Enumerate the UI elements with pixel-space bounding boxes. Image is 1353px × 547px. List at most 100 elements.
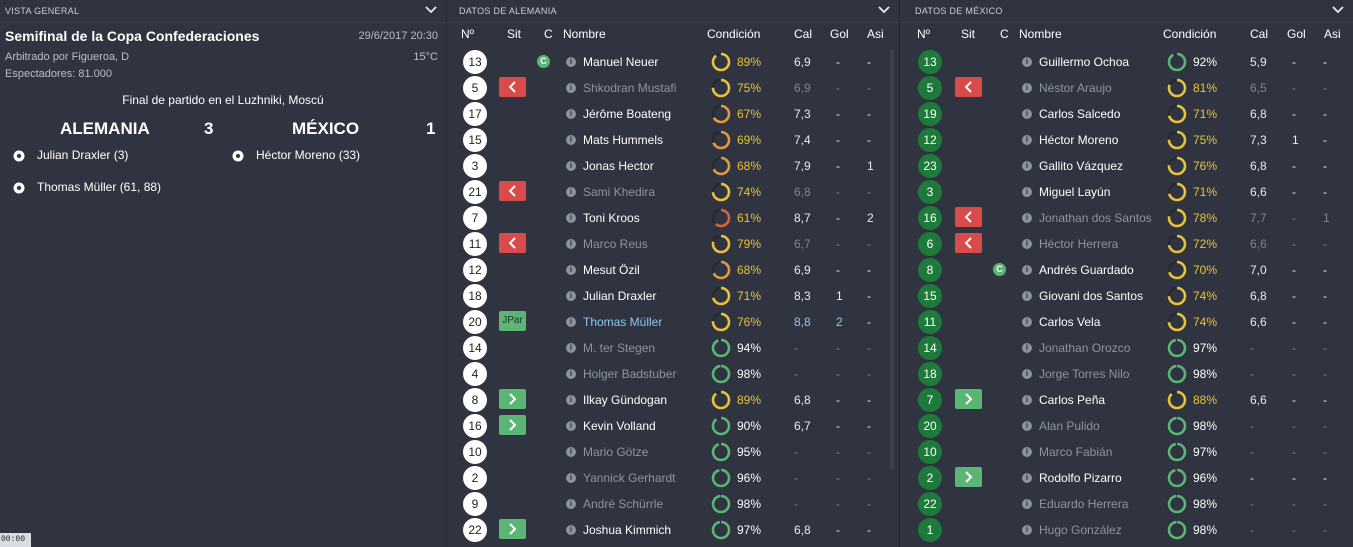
player-name[interactable]: Néstor Araujo [1039,81,1112,95]
player-name[interactable]: Mesut Özil [583,263,640,277]
player-name[interactable]: Héctor Herrera [1039,237,1118,251]
info-icon[interactable]: i [1022,473,1032,483]
info-icon[interactable]: i [566,161,576,171]
table-row[interactable]: 8 Ci Andrés Guardado 70% 7,0 - - [903,257,1353,283]
player-name[interactable]: Carlos Salcedo [1039,107,1120,121]
player-name[interactable]: Toni Kroos [583,211,640,225]
player-name[interactable]: Ilkay Gündogan [583,393,667,407]
col-rating[interactable]: Cal [1250,27,1268,41]
player-name[interactable]: Rodolfo Pizarro [1039,471,1122,485]
info-icon[interactable]: i [1022,421,1032,431]
info-icon[interactable]: i [566,109,576,119]
info-icon[interactable]: i [1022,83,1032,93]
table-row[interactable]: 21 i Sami Khedira 74% 6,8 - - [447,179,899,205]
info-icon[interactable]: i [1022,213,1032,223]
home-team-name[interactable]: ALEMANIA [60,119,150,139]
col-condition[interactable]: Condición [707,27,760,41]
col-sit[interactable]: Sit [507,27,521,41]
info-icon[interactable]: i [566,499,576,509]
player-name[interactable]: Giovani dos Santos [1039,289,1143,303]
chevron-down-icon[interactable] [1331,3,1345,17]
info-icon[interactable]: i [1022,291,1032,301]
table-row[interactable]: 11 i Carlos Vela 74% 6,6 - - [903,309,1353,335]
table-row[interactable]: 12 i Héctor Moreno 75% 7,3 1 - [903,127,1353,153]
info-icon[interactable]: i [1022,161,1032,171]
table-row[interactable]: 20 i Alan Pulido 98% - - - [903,413,1353,439]
table-row[interactable]: 3 i Jonas Hector 68% 7,9 - 1 [447,153,899,179]
info-icon[interactable]: i [1022,57,1032,67]
table-row[interactable]: 13 Ci Manuel Neuer 89% 6,9 - - [447,49,899,75]
info-icon[interactable]: i [566,213,576,223]
player-name[interactable]: Jérôme Boateng [583,107,671,121]
info-icon[interactable]: i [1022,239,1032,249]
table-row[interactable]: 17 i Jérôme Boateng 67% 7,3 - - [447,101,899,127]
table-row[interactable]: 22 i Eduardo Herrera 98% - - - [903,491,1353,517]
info-icon[interactable]: i [566,369,576,379]
col-goals[interactable]: Gol [830,27,849,41]
info-icon[interactable]: i [1022,343,1032,353]
scrollbar[interactable] [890,49,894,469]
home-scorer[interactable]: Julian Draxler (3) [37,148,128,162]
info-icon[interactable]: i [566,57,576,67]
player-name[interactable]: André Schürrle [583,497,663,511]
info-icon[interactable]: i [566,395,576,405]
player-name[interactable]: Shkodran Mustafi [583,81,676,95]
player-name[interactable]: Holger Badstuber [583,367,676,381]
info-icon[interactable]: i [1022,525,1032,535]
col-assists[interactable]: Asi [867,27,884,41]
col-goals[interactable]: Gol [1287,27,1306,41]
player-name[interactable]: Andrés Guardado [1039,263,1134,277]
table-row[interactable]: 10 i Mario Götze 95% - - - [447,439,899,465]
table-row[interactable]: 12 i Mesut Özil 68% 6,9 - - [447,257,899,283]
col-num[interactable]: Nº [461,27,474,41]
player-name[interactable]: Mario Götze [583,445,648,459]
col-name[interactable]: Nombre [563,27,606,41]
player-name[interactable]: Joshua Kimmich [583,523,671,537]
table-row[interactable]: 3 i Miguel Layún 71% 6,6 - - [903,179,1353,205]
player-name[interactable]: Sami Khedira [583,185,655,199]
info-icon[interactable]: i [1022,265,1032,275]
table-row[interactable]: 22 i Joshua Kimmich 97% 6,8 - - [447,517,899,543]
col-rating[interactable]: Cal [794,27,812,41]
away-team-name[interactable]: MÉXICO [292,119,359,139]
col-name[interactable]: Nombre [1019,27,1062,41]
table-row[interactable]: 5 i Shkodran Mustafi 75% 6,9 - - [447,75,899,101]
player-name[interactable]: Alan Pulido [1039,419,1100,433]
info-icon[interactable]: i [566,187,576,197]
table-row[interactable]: 13 i Guillermo Ochoa 92% 5,9 - - [903,49,1353,75]
player-name[interactable]: Miguel Layún [1039,185,1110,199]
player-name[interactable]: Jonathan Orozco [1039,341,1130,355]
table-row[interactable]: 23 i Gallito Vázquez 76% 6,8 - - [903,153,1353,179]
info-icon[interactable]: i [1022,135,1032,145]
info-icon[interactable]: i [566,291,576,301]
info-icon[interactable]: i [1022,317,1032,327]
player-name[interactable]: Marco Fabián [1039,445,1112,459]
table-row[interactable]: 20 JPar i Thomas Müller 76% 8,8 2 - [447,309,899,335]
info-icon[interactable]: i [1022,447,1032,457]
table-row[interactable]: 5 i Néstor Araujo 81% 6,5 - - [903,75,1353,101]
table-row[interactable]: 6 i Héctor Herrera 72% 6,6 - - [903,231,1353,257]
player-name[interactable]: Gallito Vázquez [1039,159,1123,173]
player-name[interactable]: Thomas Müller [583,315,662,329]
table-row[interactable]: 19 i Carlos Salcedo 71% 6,8 - - [903,101,1353,127]
info-icon[interactable]: i [1022,395,1032,405]
player-name[interactable]: M. ter Stegen [583,341,655,355]
table-row[interactable]: 18 i Julian Draxler 71% 8,3 1 - [447,283,899,309]
table-row[interactable]: 11 i Marco Reus 79% 6,7 - - [447,231,899,257]
table-row[interactable]: 7 i Toni Kroos 61% 8,7 - 2 [447,205,899,231]
info-icon[interactable]: i [566,135,576,145]
table-row[interactable]: 16 i Kevin Volland 90% 6,7 - - [447,413,899,439]
info-icon[interactable]: i [566,421,576,431]
table-row[interactable]: 14 i Jonathan Orozco 97% - - - [903,335,1353,361]
player-name[interactable]: Manuel Neuer [583,55,658,69]
player-name[interactable]: Kevin Volland [583,419,656,433]
player-name[interactable]: Héctor Moreno [1039,133,1118,147]
col-captain[interactable]: C [544,27,553,41]
player-name[interactable]: Guillermo Ochoa [1039,55,1129,69]
info-icon[interactable]: i [1022,109,1032,119]
player-name[interactable]: Yannick Gerhardt [583,471,676,485]
player-name[interactable]: Carlos Peña [1039,393,1105,407]
chevron-down-icon[interactable] [424,3,438,17]
table-row[interactable]: 15 i Mats Hummels 69% 7,4 - - [447,127,899,153]
table-row[interactable]: 18 i Jorge Torres Nilo 98% - - - [903,361,1353,387]
